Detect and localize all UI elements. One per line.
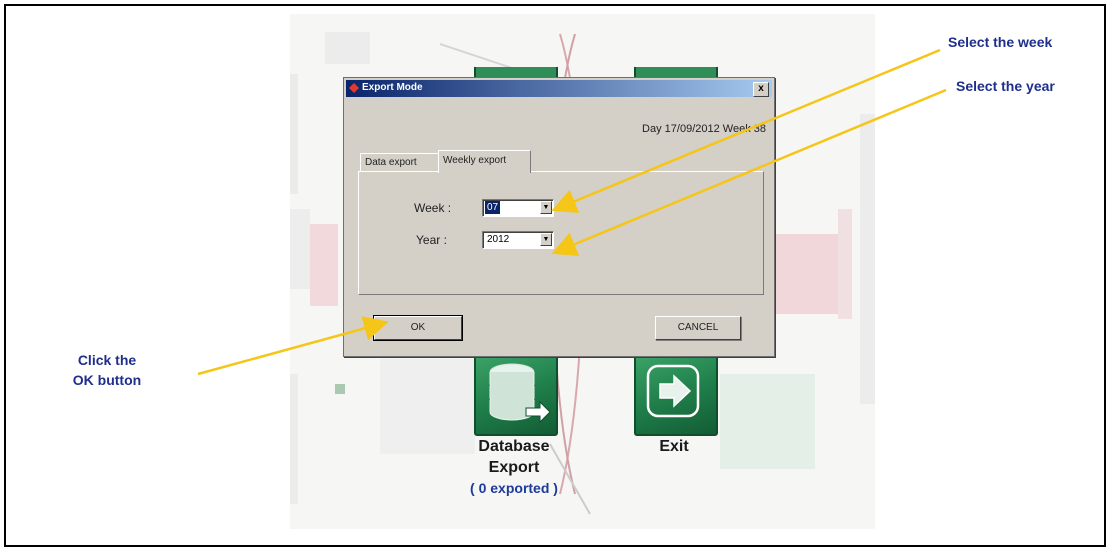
- arrow-to-week: [551, 48, 941, 213]
- tab-weekly-export[interactable]: Weekly export: [438, 150, 531, 173]
- arrow-to-ok: [197, 316, 389, 376]
- annotation-arrows: [197, 48, 947, 376]
- arrow-to-year: [551, 88, 947, 256]
